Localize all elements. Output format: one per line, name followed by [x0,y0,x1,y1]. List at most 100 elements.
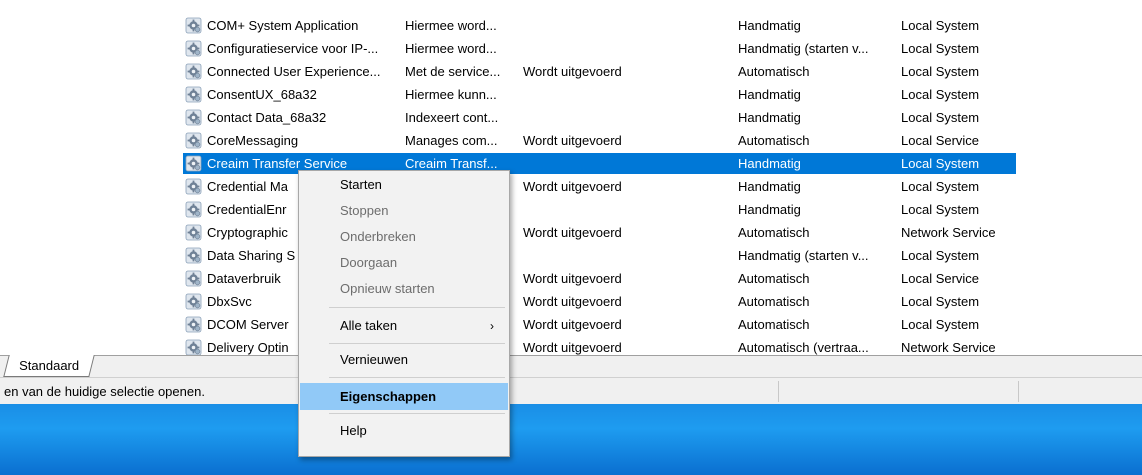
service-row[interactable]: CredentialEnr Handmatig Local System [0,198,1142,221]
menu-item-onderbreken[interactable]: Onderbreken [300,225,508,249]
menu-item-label: Stoppen [340,203,389,218]
services-list[interactable]: COM+ System Application Hiermee word... Ha… [0,0,1142,355]
tab-label: Standaard [19,358,80,373]
service-description: Met de service... [405,64,501,79]
service-startup-type: Handmatig [738,110,801,125]
service-row[interactable]: ConsentUX_68a32 Hiermee kunn... Handmatig L… [0,83,1142,106]
service-row[interactable]: Contact Data_68a32 Indexeert cont... Handm… [0,106,1142,129]
service-description: Manages com... [405,133,498,148]
service-logon-as: Local System [901,202,980,217]
service-name: CoreMessaging [207,133,299,148]
service-logon-as: Local System [901,41,980,56]
service-startup-type: Automatisch [738,271,810,286]
service-name: ConsentUX_68a32 [207,87,317,102]
service-status: Wordt uitgevoerd [523,64,622,79]
menu-item-help[interactable]: Help [300,419,508,443]
service-status: Wordt uitgevoerd [523,133,622,148]
menu-item-doorgaan[interactable]: Doorgaan [300,251,508,275]
gear-service-icon [185,40,202,57]
service-row[interactable]: CoreMessaging Manages com... Wordt uitgevo… [0,129,1142,152]
gear-service-icon [185,293,202,310]
service-description: Hiermee word... [405,41,497,56]
service-startup-type: Handmatig [738,18,801,33]
menu-item-starten[interactable]: Starten [300,173,508,197]
gear-service-icon [185,201,202,218]
menu-item-eigenschappen[interactable]: Eigenschappen [300,383,508,410]
status-divider [778,381,779,402]
gear-service-icon [185,63,202,80]
service-logon-as: Local System [901,64,980,79]
menu-item-alle-taken[interactable]: Alle taken › [300,314,508,338]
service-description: Indexeert cont... [405,110,499,125]
menu-item-opnieuw-starten[interactable]: Opnieuw starten [300,277,508,301]
gear-service-icon [185,316,202,333]
gear-service-icon [185,178,202,195]
service-startup-type: Automatisch [738,133,810,148]
status-text: en van de huidige selectie openen. [4,384,205,399]
gear-service-icon [185,132,202,149]
menu-separator [329,413,505,414]
service-startup-type: Handmatig [738,87,801,102]
gear-service-icon [185,247,202,264]
service-logon-as: Local System [901,179,980,194]
menu-item-vernieuwen[interactable]: Vernieuwen [300,348,508,372]
service-logon-as: Local Service [901,271,980,286]
service-row[interactable]: Credential Ma Wordt uitgevoerd Handmatig Lo… [0,175,1142,198]
menu-item-label: Opnieuw starten [340,281,435,296]
service-logon-as: Local System [901,317,980,332]
service-row[interactable]: Data Sharing S Handmatig (starten v... Loc… [0,244,1142,267]
service-row[interactable]: DCOM Server Wordt uitgevoerd Automatisch Lo… [0,313,1142,336]
menu-separator [329,377,505,378]
service-startup-type: Automatisch [738,225,810,240]
service-row[interactable]: Configuratieservice voor IP-... Hiermee w… [0,37,1142,60]
service-logon-as: Local System [901,87,980,102]
service-name: Configuratieservice voor IP-... [207,41,379,56]
service-logon-as: Local System [901,294,980,309]
menu-item-stoppen[interactable]: Stoppen [300,199,508,223]
service-status: Wordt uitgevoerd [523,294,622,309]
service-startup-type: Automatisch (vertraa... [738,340,869,355]
service-logon-as: Local System [901,110,980,125]
menu-item-label: Doorgaan [340,255,398,270]
service-startup-type: Automatisch [738,317,810,332]
status-bar: en van de huidige selectie openen. [0,377,1142,405]
service-logon-as: Local Service [901,133,980,148]
menu-item-label: Starten [340,177,382,192]
service-startup-type: Handmatig [738,156,801,171]
tab-bar: Standaard [0,355,1142,378]
menu-item-label: Onderbreken [340,229,416,244]
service-startup-type: Handmatig [738,202,801,217]
gear-service-icon [185,17,202,34]
tab-standaard[interactable]: Standaard [3,355,95,377]
service-status: Wordt uitgevoerd [523,317,622,332]
service-status: Wordt uitgevoerd [523,271,622,286]
status-divider [1018,381,1019,402]
service-logon-as: Network Service [901,340,996,355]
service-row[interactable]: Cryptographic Wordt uitgevoerd Automatisch… [0,221,1142,244]
service-row[interactable]: Delivery Optin Wordt uitgevoerd Automatisc… [0,336,1142,355]
service-row[interactable]: Creaim Transfer Service Creaim Transf... H… [0,152,1142,175]
context-menu: Starten Stoppen Onderbreken Doorgaan Opnieuw… [298,170,510,457]
service-name: Contact Data_68a32 [207,110,327,125]
service-startup-type: Handmatig (starten v... [738,41,869,56]
service-row[interactable]: COM+ System Application Hiermee word... Ha… [0,14,1142,37]
service-startup-type: Handmatig (starten v... [738,248,869,263]
service-logon-as: Local System [901,156,980,171]
gear-service-icon [185,224,202,241]
service-name: COM+ System Application [207,18,359,33]
service-description: Hiermee word... [405,18,497,33]
menu-item-label: Alle taken [340,318,398,333]
service-description: Hiermee kunn... [405,87,497,102]
service-row[interactable]: Dataverbruik Wordt uitgevoerd Automatisch L… [0,267,1142,290]
menu-item-label: Help [340,423,367,438]
menu-separator [329,307,505,308]
service-logon-as: Network Service [901,225,996,240]
service-logon-as: Local System [901,248,980,263]
desktop-background [0,404,1142,475]
menu-item-label: Vernieuwen [340,352,408,367]
service-row[interactable]: DbxSvc Wordt uitgevoerd Automatisch Local S… [0,290,1142,313]
service-status: Wordt uitgevoerd [523,225,622,240]
service-status: Wordt uitgevoerd [523,340,622,355]
service-row[interactable]: Connected User Experience... Met de servi… [0,60,1142,83]
menu-separator [329,343,505,344]
